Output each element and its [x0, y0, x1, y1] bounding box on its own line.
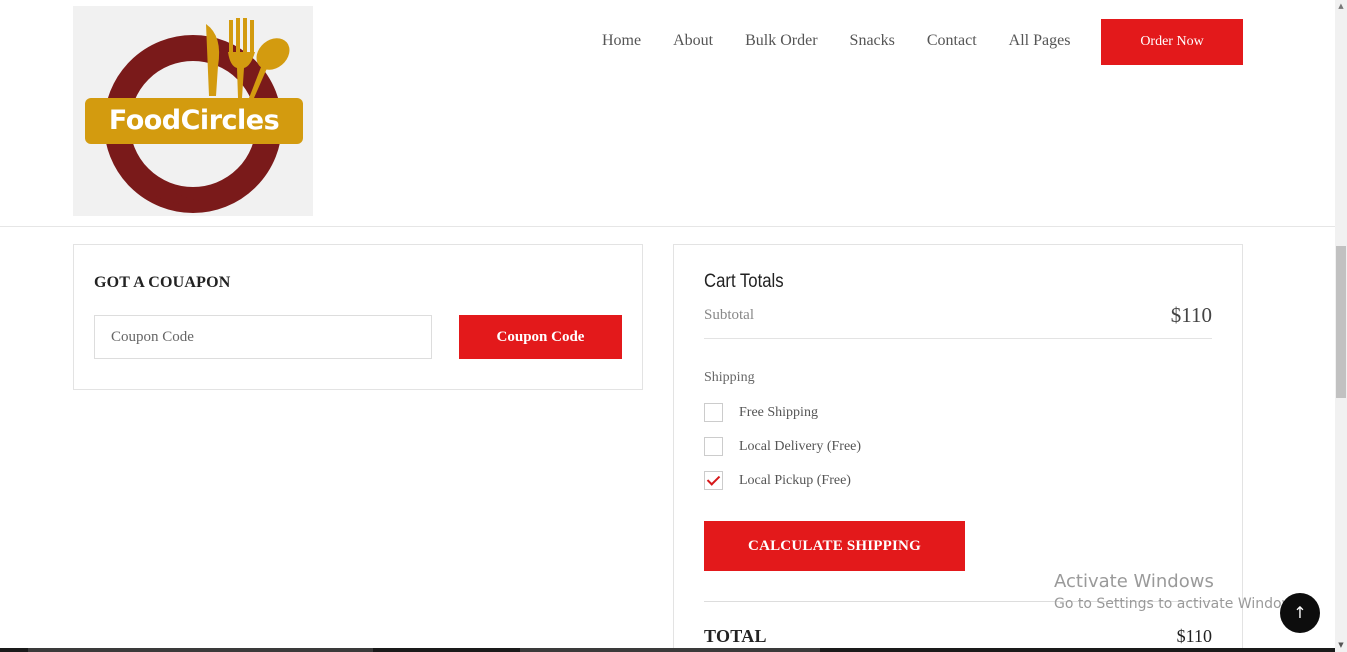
coupon-panel: GOT A COUAPON Coupon Code: [73, 244, 643, 390]
main-nav: Home About Bulk Order Snacks Contact All…: [602, 31, 1102, 51]
shipping-option-local-delivery[interactable]: Local Delivery (Free): [704, 437, 861, 456]
order-now-button[interactable]: Order Now: [1101, 19, 1243, 65]
nav-item-home[interactable]: Home: [602, 31, 641, 51]
shipping-option-local-pickup[interactable]: Local Pickup (Free): [704, 471, 851, 490]
nav-item-bulk-order[interactable]: Bulk Order: [745, 31, 817, 51]
total-label: TOTAL: [704, 626, 767, 646]
taskbar-segment: [520, 648, 820, 652]
taskbar-edge: [0, 648, 1335, 652]
arrow-up-icon: ↑: [1293, 603, 1307, 622]
nav-item-contact[interactable]: Contact: [927, 31, 977, 51]
subtotal-label: Subtotal: [704, 307, 755, 323]
shipping-label: Shipping: [704, 370, 755, 385]
logo-text: FoodCircles: [85, 98, 303, 144]
calculate-shipping-button[interactable]: CALCULATE SHIPPING: [704, 521, 965, 571]
scroll-thumb[interactable]: [1336, 246, 1346, 398]
nav-item-snacks[interactable]: Snacks: [850, 31, 895, 51]
nav-item-about[interactable]: About: [673, 31, 713, 51]
scroll-up-arrow-icon[interactable]: ▲: [1335, 0, 1347, 12]
watermark-title: Activate Windows: [1054, 571, 1214, 592]
shipping-option-label: Local Pickup (Free): [739, 472, 851, 488]
shipping-option-label: Free Shipping: [739, 404, 818, 420]
nav-item-all-pages[interactable]: All Pages: [1009, 31, 1071, 51]
subtotal-value: $110: [1170, 303, 1212, 327]
local-delivery-checkbox[interactable]: [704, 437, 723, 456]
taskbar-segment: [28, 648, 373, 652]
scroll-down-arrow-icon[interactable]: ▼: [1335, 638, 1347, 652]
logo[interactable]: FoodCircles: [73, 6, 313, 216]
local-pickup-checkbox[interactable]: [704, 471, 723, 490]
watermark-subtitle: Go to Settings to activate Windows.: [1054, 596, 1305, 612]
free-shipping-checkbox[interactable]: [704, 403, 723, 422]
divider: [704, 338, 1212, 339]
page-scrollbar[interactable]: ▲ ▼: [1335, 0, 1347, 652]
cart-totals-title: Cart Totals: [704, 271, 784, 292]
shipping-option-label: Local Delivery (Free): [739, 438, 862, 454]
site-header: FoodCircles Home About Bulk Order Snacks…: [0, 0, 1335, 227]
coupon-code-input[interactable]: [94, 315, 432, 359]
shipping-option-free-shipping[interactable]: Free Shipping: [704, 403, 818, 422]
coupon-title: GOT A COUAPON: [94, 274, 231, 291]
apply-coupon-button[interactable]: Coupon Code: [459, 315, 622, 359]
back-to-top-button[interactable]: ↑: [1280, 593, 1320, 633]
activate-windows-watermark: Activate Windows Go to Settings to activ…: [1054, 571, 1305, 615]
total-value: $110: [1176, 626, 1212, 646]
